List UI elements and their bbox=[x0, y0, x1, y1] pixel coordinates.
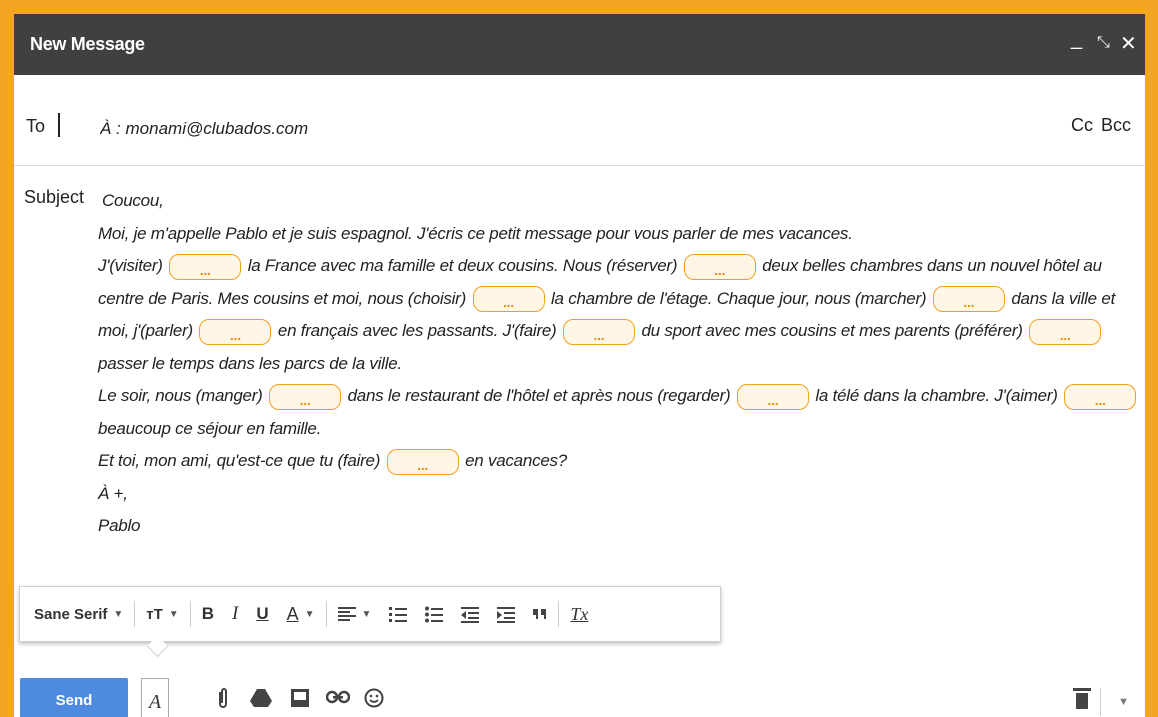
cc-link[interactable]: Cc bbox=[1071, 115, 1093, 135]
closing-line: À +, bbox=[98, 483, 128, 503]
blank-field-6[interactable]: ... bbox=[562, 318, 635, 345]
signature-line: Pablo bbox=[98, 516, 141, 535]
formatting-toolbar: Sane Serif ▼ тT ▼ B I U A ▼ ▼ Tx bbox=[19, 586, 721, 642]
blank-field-11[interactable]: ... bbox=[386, 448, 459, 475]
text-segment: Le soir, nous (manger) bbox=[98, 386, 263, 405]
italic-button[interactable]: I bbox=[232, 603, 238, 625]
text-segment: du sport avec mes cousins et mes parents… bbox=[641, 321, 1023, 340]
cc-bcc-links: Cc Bcc bbox=[1063, 115, 1131, 136]
popout-icon[interactable]: ⤡ bbox=[1097, 34, 1110, 52]
toolbar-divider bbox=[325, 601, 327, 627]
numbered-list-button[interactable] bbox=[389, 605, 408, 623]
chevron-down-icon: ▼ bbox=[304, 608, 315, 620]
message-body[interactable]: Coucou, Moi, je m'appelle Pablo et je su… bbox=[52, 185, 1142, 543]
greeting-line: Coucou, bbox=[102, 191, 164, 210]
toolbar-divider bbox=[189, 601, 191, 627]
chevron-down-icon: ▼ bbox=[168, 608, 179, 620]
bottom-divider bbox=[1100, 688, 1101, 716]
body-paragraph-4: Et toi, mon ami, qu'est-ce que tu (faire… bbox=[52, 445, 1142, 478]
blank-field-3[interactable]: ... bbox=[472, 286, 545, 313]
text-color-button[interactable]: A ▼ bbox=[287, 604, 315, 625]
blank-field-1[interactable]: ... bbox=[169, 253, 242, 280]
toolbar-divider bbox=[134, 601, 136, 627]
font-select-label: Sane Serif bbox=[34, 605, 108, 623]
underline-button[interactable]: U bbox=[256, 604, 268, 624]
blank-field-2[interactable]: ... bbox=[683, 253, 756, 280]
text-segment: Et toi, mon ami, qu'est-ce que tu (faire… bbox=[98, 451, 381, 470]
text-cursor bbox=[58, 113, 60, 137]
quote-icon bbox=[533, 609, 547, 619]
text-segment: en français avec les passants. J'(faire) bbox=[277, 321, 557, 340]
recipients-row: To Cc Bcc bbox=[14, 75, 1145, 166]
text-segment: la télé dans la chambre. J'(aimer) bbox=[815, 386, 1058, 405]
text-segment: la France avec ma famille et deux cousin… bbox=[247, 256, 678, 275]
bcc-link[interactable]: Bcc bbox=[1101, 115, 1131, 135]
text-segment: J'(visiter) bbox=[98, 256, 163, 275]
remove-formatting-button[interactable]: Tx bbox=[570, 604, 588, 625]
bulleted-list-icon bbox=[425, 606, 444, 623]
formatting-options-button[interactable]: A bbox=[141, 678, 169, 717]
title-bar: New Message _ ⤡ ✕ bbox=[14, 14, 1145, 75]
indent-less-icon bbox=[461, 607, 480, 623]
text-segment: beaucoup ce séjour en famille. bbox=[98, 418, 322, 438]
minimize-icon[interactable]: _ bbox=[1071, 28, 1082, 51]
blank-field-4[interactable]: ... bbox=[932, 286, 1005, 313]
body-paragraph-3: Le soir, nous (manger) ... dans le resta… bbox=[52, 380, 1142, 445]
compose-window: New Message _ ⤡ ✕ To CcBcc Subject Couco… bbox=[14, 14, 1145, 717]
text-segment: dans le restaurant de l'hôtel et après n… bbox=[347, 386, 731, 405]
more-options-icon[interactable]: ▼ bbox=[1118, 696, 1129, 708]
bulleted-list-button[interactable] bbox=[425, 605, 444, 623]
link-icon[interactable] bbox=[325, 688, 351, 711]
align-button[interactable]: ▼ bbox=[337, 606, 372, 622]
trash-icon[interactable] bbox=[1073, 686, 1091, 709]
numbered-list-icon bbox=[389, 607, 408, 622]
toolbar-divider bbox=[558, 601, 560, 627]
chevron-down-icon: ▼ bbox=[361, 608, 372, 620]
close-icon[interactable]: ✕ bbox=[1120, 31, 1137, 56]
indent-more-icon bbox=[497, 607, 516, 623]
body-paragraph-1: Moi, je m'appelle Pablo et je suis espag… bbox=[98, 223, 853, 243]
body-paragraph-2: J'(visiter) ... la France avec ma famill… bbox=[52, 250, 1142, 380]
font-size-button[interactable]: тT ▼ bbox=[146, 606, 178, 623]
to-input[interactable] bbox=[98, 118, 802, 140]
blank-field-5[interactable]: ... bbox=[199, 318, 272, 345]
bold-button[interactable]: B bbox=[202, 604, 214, 624]
quote-button[interactable] bbox=[533, 607, 547, 621]
align-left-icon bbox=[337, 607, 356, 621]
emoji-icon[interactable] bbox=[364, 688, 384, 714]
window-title: New Message bbox=[30, 34, 145, 54]
insert-photo-icon[interactable] bbox=[290, 688, 310, 714]
text-size-icon: тT bbox=[146, 605, 163, 623]
bottom-bar: Send A ▼ bbox=[14, 674, 1145, 717]
send-button[interactable]: Send bbox=[20, 678, 128, 717]
text-segment: la chambre de l'étage. Chaque jour, nous… bbox=[550, 288, 927, 308]
to-label: To bbox=[26, 116, 46, 136]
font-select[interactable]: Sane Serif ▼ bbox=[34, 606, 123, 623]
indent-more-button[interactable] bbox=[497, 605, 516, 623]
blank-field-10[interactable]: ... bbox=[1064, 383, 1137, 410]
attach-icon[interactable] bbox=[217, 688, 229, 716]
text-segment: en vacances? bbox=[465, 451, 567, 470]
indent-less-button[interactable] bbox=[461, 605, 480, 623]
drive-icon[interactable] bbox=[250, 688, 272, 714]
blank-field-7[interactable]: ... bbox=[1029, 318, 1102, 345]
blank-field-8[interactable]: ... bbox=[269, 383, 342, 410]
text-segment: passer le temps dans les parcs de la vil… bbox=[98, 353, 402, 373]
blank-field-9[interactable]: ... bbox=[736, 383, 809, 410]
chevron-down-icon: ▼ bbox=[113, 608, 124, 620]
text-color-icon: A bbox=[286, 603, 299, 624]
